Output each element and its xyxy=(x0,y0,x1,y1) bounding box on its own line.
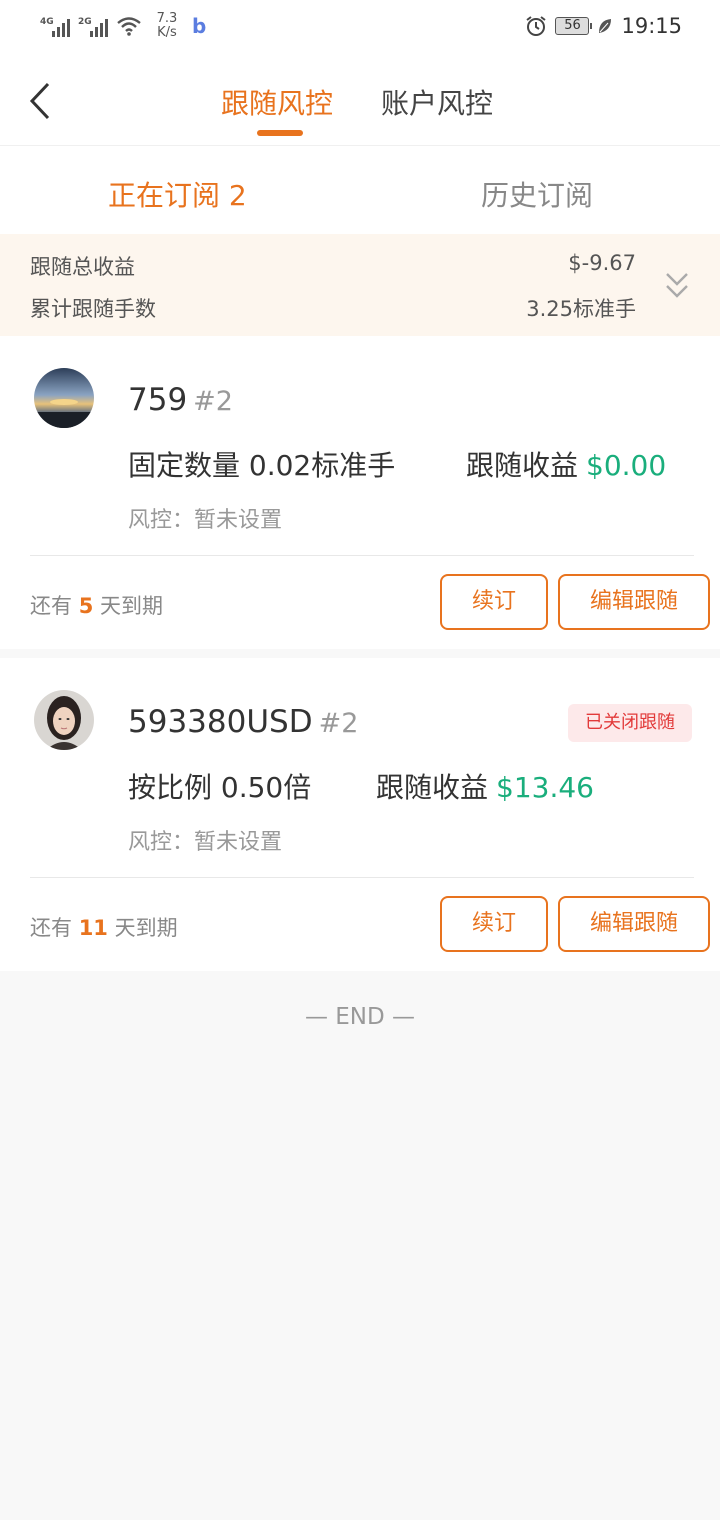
follow-mode: 固定数量 0.02标准手 xyxy=(128,449,396,482)
renew-button[interactable]: 续订 xyxy=(440,896,548,952)
subscription-tabs: 正在订阅 2 历史订阅 xyxy=(0,146,720,234)
follow-profit-label: 跟随收益 xyxy=(376,771,489,804)
follow-profit-value: $0.00 xyxy=(586,449,667,482)
clock: 19:15 xyxy=(621,14,682,38)
follow-closed-badge: 已关闭跟随 xyxy=(568,704,692,742)
active-tab-indicator xyxy=(257,130,303,136)
trader-name-text: 759 xyxy=(128,382,188,418)
signal-type-label: 2G xyxy=(78,17,92,27)
cell-signal-icon: 4G xyxy=(40,15,70,37)
tab-account-risk[interactable]: 账户风控 xyxy=(381,82,493,122)
chevron-left-icon[interactable] xyxy=(22,76,62,126)
edit-follow-button[interactable]: 编辑跟随 xyxy=(558,896,710,952)
battery-icon: 56 xyxy=(555,17,593,35)
expiry-prefix: 还有 xyxy=(30,594,72,618)
trader-number: #2 xyxy=(193,386,233,417)
app-notification-icon: b xyxy=(192,14,207,38)
tab-history-subscriptions[interactable]: 历史订阅 xyxy=(481,174,593,214)
expiry-suffix: 天到期 xyxy=(114,916,178,940)
avatar[interactable] xyxy=(34,690,94,750)
net-speed-unit: K/s xyxy=(157,25,177,40)
expiry-info: 还有 11 天到期 xyxy=(30,912,178,942)
trader-name: 593380USD #2 xyxy=(128,704,358,740)
expiry-suffix: 天到期 xyxy=(100,594,163,618)
total-profit-value: $-9.67 xyxy=(568,251,636,275)
follow-summary[interactable]: 跟随总收益 $-9.67 累计跟随手数 3.25标准手 xyxy=(0,234,720,336)
follow-mode: 按比例 0.50倍 xyxy=(128,771,312,804)
follow-profit: 跟随收益 $0.00 xyxy=(466,444,666,484)
edit-follow-button[interactable]: 编辑跟随 xyxy=(558,574,710,630)
divider xyxy=(30,877,694,878)
signal-type-label: 4G xyxy=(40,17,54,27)
divider xyxy=(30,555,694,556)
cell-signal-icon: 2G xyxy=(78,15,108,37)
trader-number: #2 xyxy=(318,708,359,739)
tab-current-subscriptions[interactable]: 正在订阅 2 xyxy=(108,174,247,214)
subscription-card: 759 #2 固定数量 0.02标准手 跟随收益 $0.00 风控：暂未设置 还有 … xyxy=(0,336,720,649)
renew-button[interactable]: 续订 xyxy=(440,574,548,630)
expiry-days: 11 xyxy=(78,916,108,940)
header: 跟随风控 账户风控 xyxy=(0,56,720,146)
follow-profit: 跟随收益 $13.46 xyxy=(376,766,594,806)
expiry-prefix: 还有 xyxy=(30,916,72,940)
subscription-card: 593380USD #2 已关闭跟随 按比例 0.50倍 跟随收益 $13.46 风… xyxy=(0,658,720,971)
leaf-icon xyxy=(599,19,612,33)
trader-name: 759 #2 xyxy=(128,382,233,418)
trader-name-text: 593380USD xyxy=(128,704,313,740)
total-profit-label: 跟随总收益 xyxy=(30,255,135,279)
alarm-clock-icon xyxy=(526,16,547,36)
double-chevron-down-icon[interactable] xyxy=(664,270,690,302)
follow-profit-value: $13.46 xyxy=(496,771,594,804)
expiry-days: 5 xyxy=(78,594,94,618)
status-bar: 4G 2G 7.3 K/s b 56 19:15 xyxy=(0,0,720,56)
expiry-info: 还有 5 天到期 xyxy=(30,590,163,620)
avatar[interactable] xyxy=(34,368,94,428)
total-lots-label: 累计跟随手数 xyxy=(30,297,156,321)
risk-control-status: 风控：暂未设置 xyxy=(128,508,283,533)
follow-profit-label: 跟随收益 xyxy=(466,449,579,482)
tab-follow-risk[interactable]: 跟随风控 xyxy=(221,82,333,122)
list-end-marker: — END — xyxy=(304,1004,416,1030)
risk-control-status: 风控：暂未设置 xyxy=(128,830,283,855)
net-speed-value: 7.3 xyxy=(156,11,178,26)
net-speed: 7.3 K/s xyxy=(150,12,184,40)
total-lots-value: 3.25标准手 xyxy=(526,297,636,321)
wifi-icon xyxy=(117,17,141,36)
